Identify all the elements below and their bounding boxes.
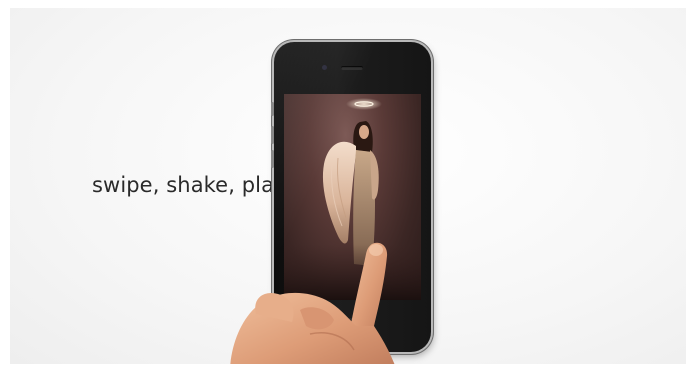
index-finger <box>350 242 388 330</box>
pointing-hand <box>230 242 395 364</box>
mute-switch <box>271 102 274 116</box>
volume-down-button <box>271 150 274 168</box>
volume-up-button <box>271 126 274 144</box>
halo-glow <box>346 98 382 110</box>
earpiece-speaker <box>341 66 363 70</box>
tagline-text: swipe, shake, play <box>92 173 287 197</box>
front-camera <box>322 65 327 70</box>
face <box>359 125 369 139</box>
fingernail <box>369 244 383 256</box>
video-frame: swipe, shake, play <box>10 8 686 364</box>
